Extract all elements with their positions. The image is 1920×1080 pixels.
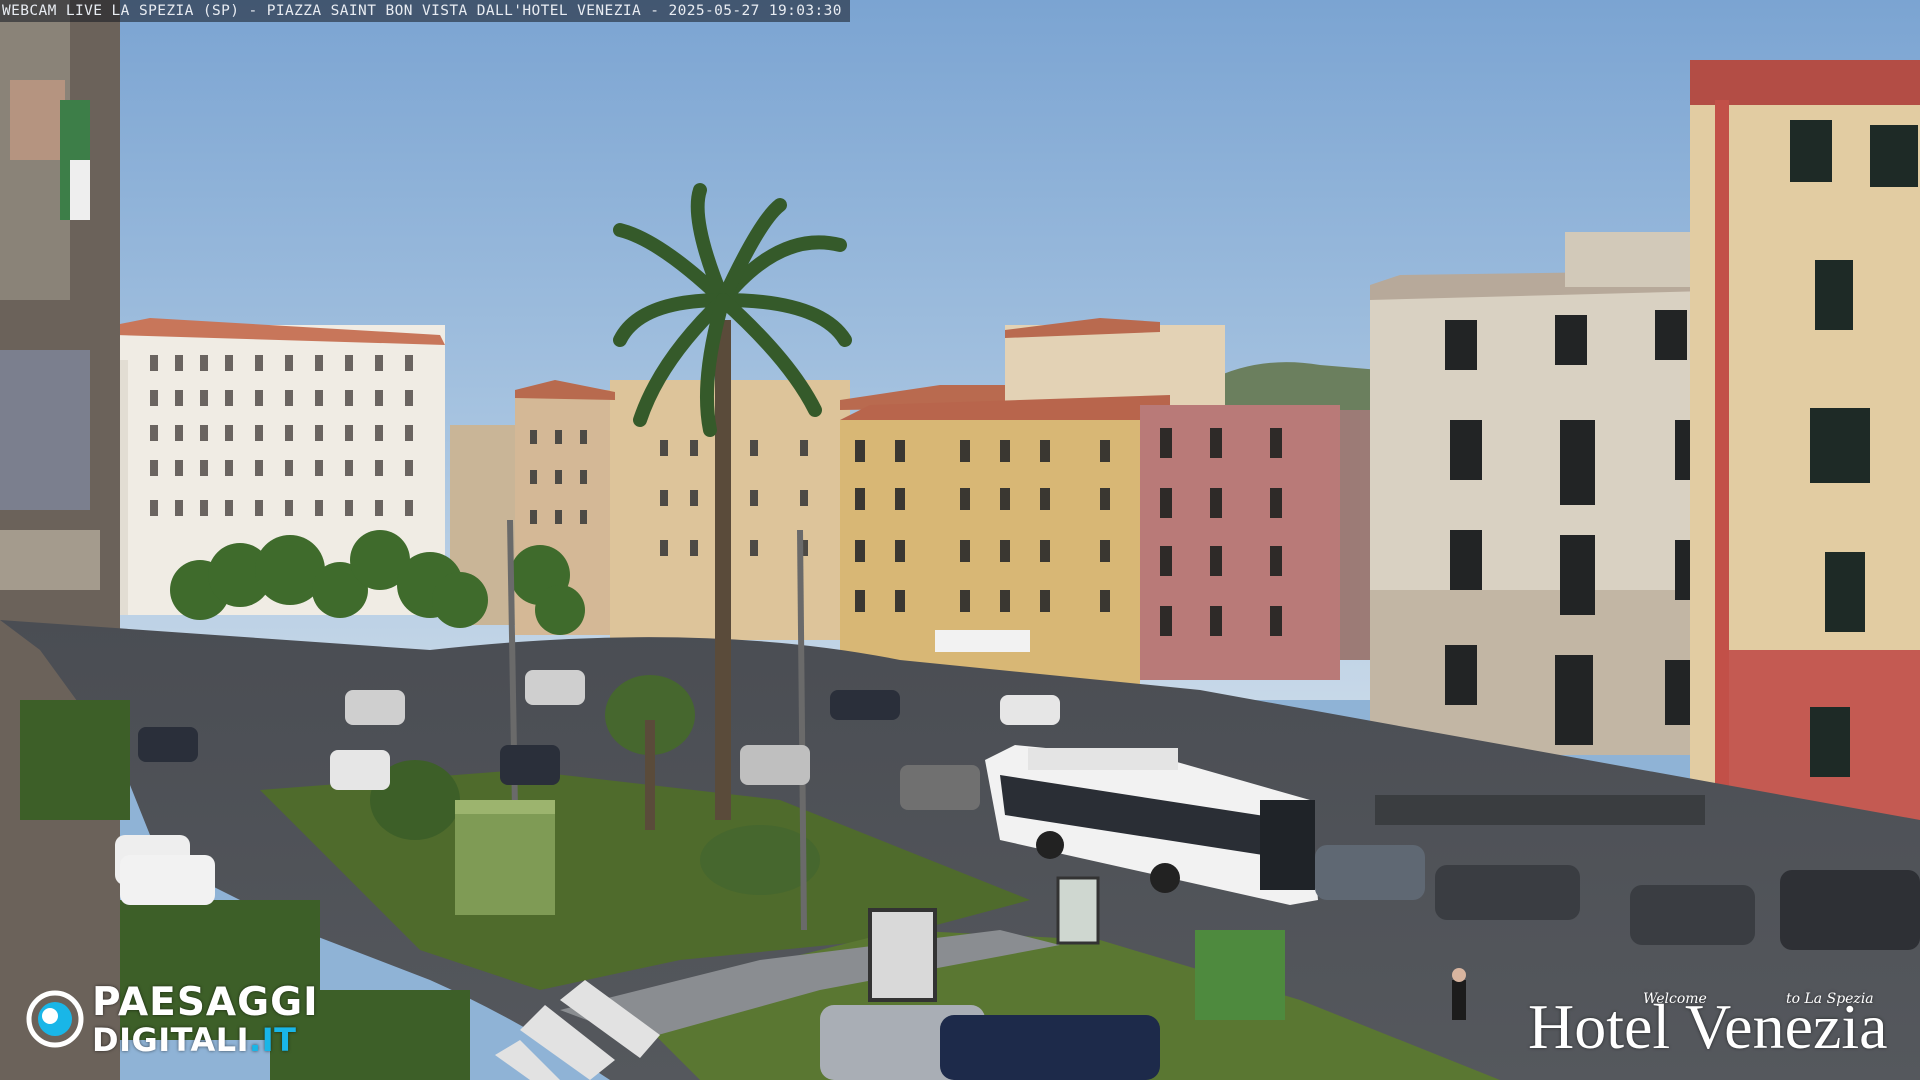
camera-lens-icon	[26, 990, 84, 1048]
shop-sign	[935, 630, 1030, 652]
logo-line2-main: DIGITALI	[92, 1020, 250, 1059]
logo-line2-suffix: .IT	[249, 1020, 297, 1059]
logo-line1: PAESAGGI	[92, 979, 319, 1025]
pedestrian	[1452, 968, 1466, 1020]
logo-hotel-name: Hotel Venezia	[1528, 991, 1888, 1062]
webcam-caption: WEBCAM LIVE LA SPEZIA (SP) - PIAZZA SAIN…	[0, 0, 850, 22]
railing	[1375, 795, 1705, 825]
paesaggi-digitali-logo: PAESAGGI DIGITALI.IT	[26, 983, 319, 1056]
green-kiosk	[455, 800, 555, 915]
green-bin	[1195, 930, 1285, 1020]
map-board	[1056, 876, 1100, 945]
logo-text: PAESAGGI DIGITALI.IT	[92, 983, 319, 1056]
pink-building	[1140, 405, 1385, 680]
logo-line2: DIGITALI.IT	[92, 1024, 319, 1056]
info-board	[868, 908, 937, 1002]
webcam-frame: WEBCAM LIVE LA SPEZIA (SP) - PIAZZA SAIN…	[0, 0, 1920, 1080]
hotel-venezia-logo: Welcome to La Spezia Hotel Venezia	[1528, 985, 1900, 1065]
left-pixelated-building	[0, 0, 120, 1080]
webcam-scene	[0, 0, 1920, 1080]
